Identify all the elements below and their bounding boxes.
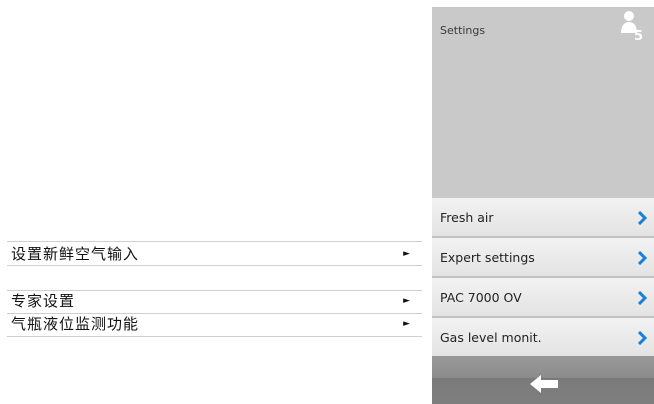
settings-menu: Fresh air Expert settings PAC 7000 OV Ga… bbox=[432, 198, 654, 358]
divider bbox=[7, 265, 422, 266]
user-level-number: 5 bbox=[634, 29, 643, 43]
menu-item-pac-7000-ov[interactable]: PAC 7000 OV bbox=[432, 278, 654, 318]
menu-item-label: Expert settings bbox=[440, 250, 535, 265]
panel-header: Settings 5 bbox=[432, 7, 654, 197]
menu-item-fresh-air[interactable]: Fresh air bbox=[432, 198, 654, 238]
translation-row-expert-settings: 专家设置 ► bbox=[7, 290, 422, 312]
divider bbox=[7, 241, 422, 242]
back-arrow-icon bbox=[529, 374, 559, 394]
translation-label: 专家设置 bbox=[11, 292, 76, 310]
translation-label: 气瓶液位监测功能 bbox=[11, 315, 140, 333]
page-title: Settings bbox=[440, 24, 486, 37]
chevron-right-icon bbox=[637, 330, 648, 346]
chevron-right-icon bbox=[637, 250, 648, 266]
menu-item-expert-settings[interactable]: Expert settings bbox=[432, 238, 654, 278]
menu-item-label: PAC 7000 OV bbox=[440, 290, 522, 305]
translation-row-gas-level: 气瓶液位监测功能 ► bbox=[7, 313, 422, 335]
chevron-right-icon bbox=[637, 210, 648, 226]
menu-item-gas-level-monit[interactable]: Gas level monit. bbox=[432, 318, 654, 358]
pointer-arrow-icon: ► bbox=[403, 319, 410, 329]
menu-item-label: Fresh air bbox=[440, 210, 494, 225]
pointer-arrow-icon: ► bbox=[403, 249, 410, 259]
divider bbox=[7, 336, 422, 337]
pointer-arrow-icon: ► bbox=[403, 296, 410, 306]
translation-label: 设置新鲜空气输入 bbox=[11, 245, 140, 263]
menu-item-label: Gas level monit. bbox=[440, 330, 542, 345]
translation-row-fresh-air: 设置新鲜空气输入 ► bbox=[7, 243, 422, 265]
user-level-icon: 5 bbox=[619, 9, 649, 44]
chevron-right-icon bbox=[637, 290, 648, 306]
back-button[interactable] bbox=[432, 356, 654, 404]
device-panel: Settings 5 Fresh air Expert settings PAC… bbox=[432, 7, 654, 404]
